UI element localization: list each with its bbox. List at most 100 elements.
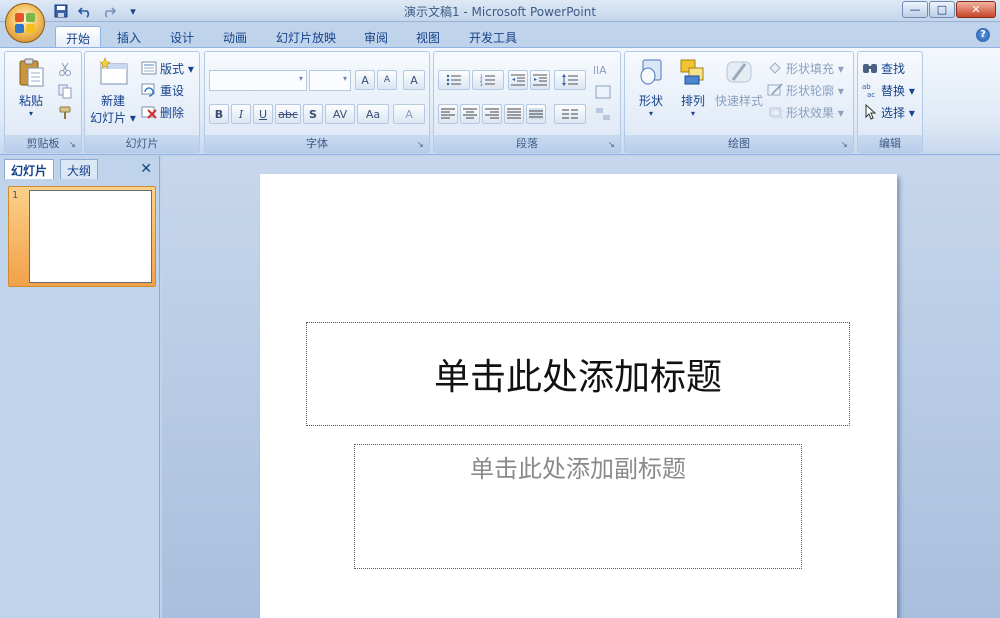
change-case-button[interactable]: Aa: [357, 104, 389, 124]
replace-button[interactable]: ab ac 替换 ▾: [862, 81, 915, 99]
find-button[interactable]: 查找: [862, 59, 905, 77]
decrease-indent-icon: [511, 74, 525, 86]
shape-fill-button[interactable]: 形状填充 ▾: [767, 59, 844, 77]
title-placeholder[interactable]: 单击此处添加标题: [306, 322, 850, 426]
italic-button[interactable]: I: [231, 104, 251, 124]
drawing-group: 形状 ▾ 排列 ▾ 快速样式 形状填充 ▾ 形状轮廓 ▾ 形状效果 ▾ 绘图 ↘: [624, 51, 854, 153]
delete-label: 删除: [160, 105, 185, 120]
paste-dropdown-icon[interactable]: ▾: [11, 109, 51, 118]
character-spacing-button[interactable]: AV: [325, 104, 355, 124]
clipboard-launcher-icon[interactable]: ↘: [69, 140, 78, 149]
tab-animations[interactable]: 动画: [213, 26, 257, 48]
select-label: 选择 ▾: [881, 105, 915, 120]
quick-styles-button[interactable]: 快速样式: [713, 56, 765, 109]
distribute-icon: [529, 108, 543, 120]
pane-close-icon[interactable]: ✕: [140, 161, 152, 177]
font-size-combo[interactable]: [309, 70, 351, 91]
shape-effects-button[interactable]: 形状效果 ▾: [767, 103, 844, 121]
shape-effects-label: 形状效果 ▾: [786, 105, 844, 120]
paragraph-launcher-icon[interactable]: ↘: [608, 140, 617, 149]
font-group: A A A B I U abc S AV Aa A 字体 ↘: [204, 51, 430, 153]
new-slide-button[interactable]: 新建 幻灯片 ▾: [88, 56, 138, 126]
underline-button[interactable]: U: [253, 104, 273, 124]
office-button[interactable]: [5, 3, 45, 43]
font-launcher-icon[interactable]: ↘: [417, 140, 426, 149]
layout-icon: [141, 60, 157, 76]
shapes-dropdown-icon[interactable]: ▾: [631, 109, 671, 118]
increase-indent-button[interactable]: [530, 70, 550, 90]
smartart-convert-icon[interactable]: [590, 104, 616, 124]
tab-outline-pane[interactable]: 大纲: [60, 159, 99, 179]
tab-insert[interactable]: 插入: [107, 26, 151, 48]
close-button[interactable]: ✕: [956, 1, 996, 18]
columns-button[interactable]: [554, 104, 586, 124]
grow-font-button[interactable]: A: [355, 70, 375, 90]
reset-icon: [141, 82, 157, 98]
align-left-button[interactable]: [438, 104, 458, 124]
shape-outline-label: 形状轮廓 ▾: [786, 83, 844, 98]
align-center-button[interactable]: [460, 104, 480, 124]
subtitle-placeholder[interactable]: 单击此处添加副标题: [354, 444, 802, 569]
align-right-icon: [485, 108, 499, 119]
tab-slideshow[interactable]: 幻灯片放映: [266, 26, 346, 48]
slide-thumbnail[interactable]: [29, 190, 152, 283]
tab-design[interactable]: 设计: [160, 26, 204, 48]
paint-bucket-icon: [767, 60, 783, 76]
align-right-button[interactable]: [482, 104, 502, 124]
arrange-button[interactable]: 排列 ▾: [673, 56, 713, 118]
strikethrough-button[interactable]: abc: [275, 104, 301, 124]
tab-developer[interactable]: 开发工具: [459, 26, 527, 48]
new-slide-icon: [97, 56, 129, 88]
line-spacing-icon: [562, 74, 578, 86]
select-button[interactable]: 选择 ▾: [862, 103, 915, 121]
numbering-icon: 123: [480, 74, 495, 86]
copy-icon[interactable]: [57, 82, 73, 100]
tab-view[interactable]: 视图: [406, 26, 450, 48]
numbering-button[interactable]: 123: [472, 70, 504, 90]
shape-outline-button[interactable]: 形状轮廓 ▾: [767, 81, 844, 99]
clear-format-button[interactable]: A: [403, 70, 425, 90]
tab-review[interactable]: 审阅: [354, 26, 398, 48]
title-bar: ▾ 演示文稿1 - Microsoft PowerPoint — □ ✕: [0, 0, 1000, 22]
minimize-button[interactable]: —: [902, 1, 928, 18]
quick-styles-icon: [723, 56, 755, 88]
reset-label: 重设: [160, 83, 185, 98]
replace-label: 替换 ▾: [881, 83, 915, 98]
maximize-button[interactable]: □: [929, 1, 955, 18]
distribute-button[interactable]: [526, 104, 546, 124]
slide-thumbnail-selected[interactable]: 1: [8, 186, 156, 287]
bullets-icon: [446, 74, 461, 86]
paste-button[interactable]: 粘贴 ▾: [11, 56, 51, 118]
help-icon[interactable]: ?: [976, 28, 990, 42]
line-spacing-button[interactable]: [554, 70, 586, 90]
tab-home[interactable]: 开始: [55, 26, 102, 48]
paragraph-group: 123 llA 段落 ↘: [433, 51, 621, 153]
paste-label: 粘贴: [18, 94, 43, 108]
cut-icon[interactable]: [57, 60, 73, 78]
text-direction-icon[interactable]: llA: [590, 60, 616, 80]
drawing-launcher-icon[interactable]: ↘: [841, 140, 850, 149]
font-name-combo[interactable]: [209, 70, 307, 91]
slide-canvas[interactable]: 单击此处添加标题 单击此处添加副标题: [260, 174, 897, 618]
editing-group-label: 编辑: [858, 135, 922, 152]
new-slide-label-line1: 新建: [100, 94, 125, 108]
delete-icon: [141, 104, 157, 120]
delete-button[interactable]: 删除: [141, 103, 184, 121]
format-painter-icon[interactable]: [57, 104, 73, 122]
shapes-button[interactable]: 形状 ▾: [631, 56, 671, 118]
shrink-font-button[interactable]: A: [377, 70, 397, 90]
tab-slides-pane[interactable]: 幻灯片: [4, 159, 55, 179]
decrease-indent-button[interactable]: [508, 70, 528, 90]
align-text-icon[interactable]: [590, 82, 616, 102]
layout-button[interactable]: 版式 ▾: [141, 59, 194, 77]
text-shadow-button[interactable]: S: [303, 104, 323, 124]
arrange-dropdown-icon[interactable]: ▾: [673, 109, 713, 118]
bullets-button[interactable]: [438, 70, 470, 90]
font-color-button[interactable]: A: [393, 104, 425, 124]
pane-tabs: 幻灯片 大纲 ✕: [4, 159, 156, 179]
editing-group: 查找 ab ac 替换 ▾ 选择 ▾ 编辑: [857, 51, 923, 153]
justify-button[interactable]: [504, 104, 524, 124]
bold-button[interactable]: B: [209, 104, 229, 124]
reset-button[interactable]: 重设: [141, 81, 184, 99]
cursor-icon: [862, 103, 878, 120]
